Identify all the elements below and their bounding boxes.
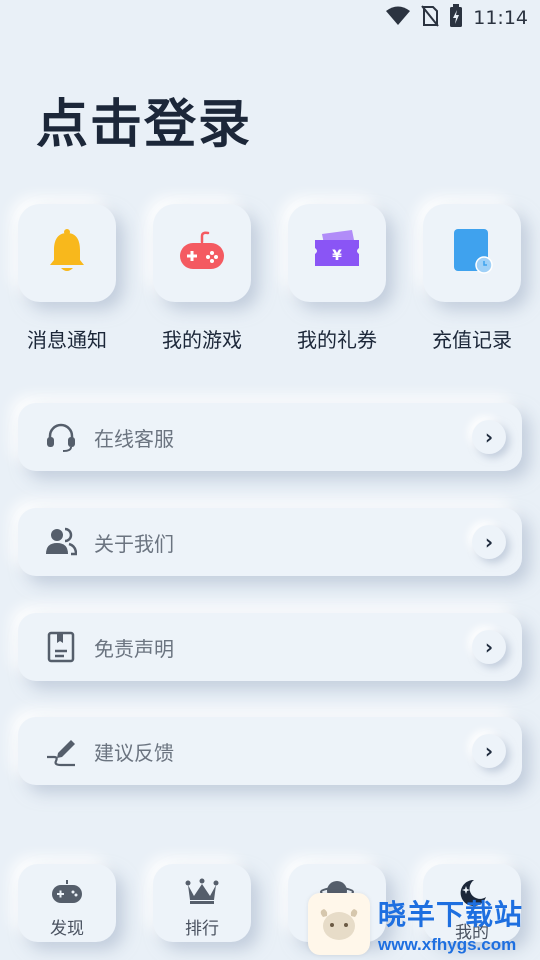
recharge-record-icon: [450, 227, 494, 279]
gamepad-icon: [178, 230, 226, 276]
menu-online-service[interactable]: 在线客服 ›: [18, 403, 522, 471]
shortcut-notifications[interactable]: 消息通知: [18, 204, 116, 352]
document-icon: [44, 630, 78, 664]
bell-icon: [47, 228, 87, 278]
menu-label: 在线客服: [94, 426, 174, 451]
menu-disclaimer[interactable]: 免责声明 ›: [18, 613, 522, 681]
nav-tab-ranking[interactable]: 排行: [153, 864, 251, 942]
nav-tab-discover[interactable]: 发现: [18, 864, 116, 942]
menu-about-us[interactable]: 关于我们 ›: [18, 508, 522, 576]
crown-icon: [185, 878, 219, 908]
menu-feedback[interactable]: 建议反馈 ›: [18, 717, 522, 785]
shortcut-label: 消息通知: [27, 328, 107, 352]
chevron-right-icon[interactable]: ›: [472, 420, 506, 454]
status-time: 11:14: [473, 7, 528, 29]
chevron-right-icon[interactable]: ›: [472, 630, 506, 664]
shortcut-tile[interactable]: [18, 204, 116, 302]
coupon-icon: ¥: [312, 230, 362, 276]
watermark-logo: [308, 893, 370, 955]
users-icon: [44, 525, 78, 559]
shortcut-label: 我的礼券: [297, 328, 377, 352]
shortcut-label: 充值记录: [432, 328, 512, 352]
wifi-icon: [385, 6, 411, 30]
shortcut-my-coupons[interactable]: ¥ 我的礼券: [288, 204, 386, 352]
watermark: 晓羊下载站 www.xfhygs.com: [308, 888, 540, 960]
menu-label: 建议反馈: [94, 740, 174, 765]
status-bar: 11:14: [0, 0, 540, 36]
watermark-url: www.xfhygs.com: [378, 935, 517, 954]
watermark-title: 晓羊下载站: [378, 898, 524, 931]
svg-text:¥: ¥: [332, 248, 342, 264]
menu-label: 免责声明: [94, 636, 174, 661]
shortcut-recharge-records[interactable]: 充值记录: [423, 204, 521, 352]
menu-label: 关于我们: [94, 531, 174, 556]
shortcut-label: 我的游戏: [162, 328, 242, 352]
headset-icon: [44, 420, 78, 454]
shortcut-tile[interactable]: [153, 204, 251, 302]
nav-label: 发现: [50, 919, 84, 939]
login-title[interactable]: 点击登录: [36, 82, 252, 157]
shortcut-tile[interactable]: [423, 204, 521, 302]
shortcut-tile[interactable]: ¥: [288, 204, 386, 302]
gamepad-icon: [51, 878, 83, 908]
chevron-right-icon[interactable]: ›: [472, 525, 506, 559]
nav-label: 排行: [185, 919, 219, 939]
no-sim-icon: [421, 5, 440, 31]
pen-icon: [44, 734, 78, 768]
shortcut-my-games[interactable]: 我的游戏: [153, 204, 251, 352]
chevron-right-icon[interactable]: ›: [472, 734, 506, 768]
battery-charging-icon: [449, 4, 463, 32]
